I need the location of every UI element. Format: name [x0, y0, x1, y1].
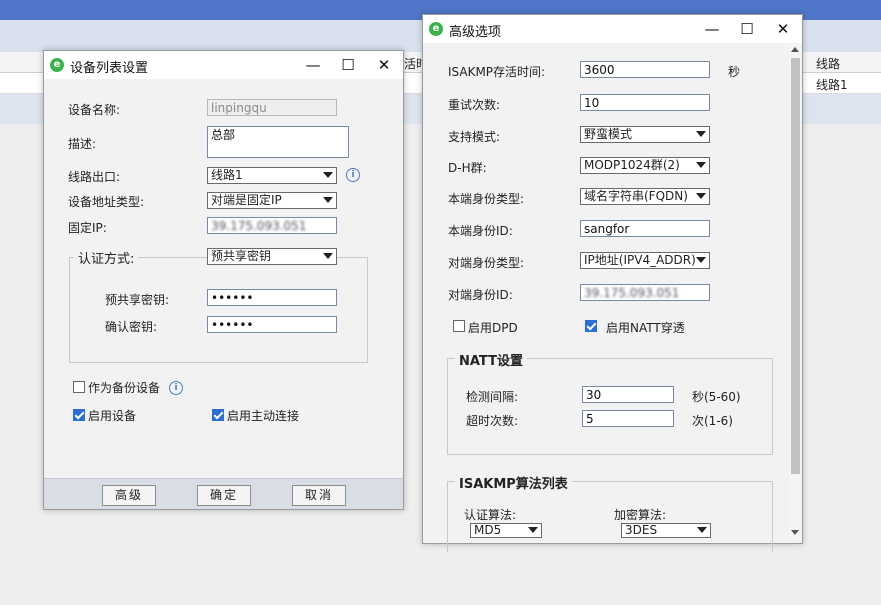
peer-id-type-label: 对端身份类型:: [448, 256, 525, 270]
timeout-count-label: 超时次数:: [466, 414, 519, 428]
dh-group-select[interactable]: MODP1024群(2): [580, 157, 710, 174]
maximize-icon[interactable]: ☐: [731, 17, 763, 41]
scroll-up-icon[interactable]: [791, 47, 799, 52]
address-type-select[interactable]: 对端是固定IP: [207, 192, 337, 209]
isakmp-lifetime-input[interactable]: 3600: [580, 61, 710, 78]
natt-checkbox[interactable]: [585, 320, 597, 332]
dpd-label: 启用DPD: [468, 321, 518, 335]
detect-interval-unit: 秒(5-60): [692, 390, 741, 404]
chevron-down-icon: [696, 162, 706, 168]
auth-algorithm-label: 认证算法:: [464, 508, 517, 522]
cell-line: 线路1: [816, 78, 848, 92]
chevron-down-icon: [323, 253, 333, 259]
info-icon[interactable]: i: [346, 168, 360, 182]
timeout-count-unit: 次(1-6): [692, 414, 733, 428]
close-icon[interactable]: ✕: [767, 17, 799, 41]
support-mode-select[interactable]: 野蛮模式: [580, 126, 710, 143]
line-exit-label: 线路出口:: [68, 170, 121, 184]
chevron-down-icon: [323, 197, 333, 203]
minimize-icon[interactable]: —: [297, 53, 329, 77]
chevron-down-icon: [696, 131, 706, 137]
maximize-icon[interactable]: ☐: [332, 53, 364, 77]
description-textarea[interactable]: 总部: [207, 126, 349, 158]
peer-id-input[interactable]: 39.175.093.051: [580, 284, 710, 301]
dialog-titlebar[interactable]: e 设备列表设置 — ☐ ✕: [44, 51, 403, 79]
isakmp-algorithm-title: ISAKMP算法列表: [455, 473, 572, 492]
cancel-button[interactable]: 取消: [292, 485, 346, 506]
advanced-options-dialog: e 高级选项 — ☐ ✕ ISAKMP存活时间: 3600 秒 重试次数: 10…: [422, 14, 803, 552]
detect-interval-label: 检测间隔:: [466, 390, 519, 404]
dialog-title: 高级选项: [449, 25, 502, 40]
natt-settings-title: NATT设置: [455, 350, 527, 369]
auth-algorithm-select[interactable]: MD5: [470, 523, 542, 538]
local-id-type-label: 本端身份类型:: [448, 192, 525, 206]
dialog-titlebar[interactable]: e 高级选项 — ☐ ✕: [423, 15, 802, 43]
address-type-label: 设备地址类型:: [68, 195, 145, 209]
enable-device-label: 启用设备: [88, 409, 137, 423]
active-connect-label: 启用主动连接: [227, 409, 300, 423]
chevron-down-icon: [696, 193, 706, 199]
detect-interval-input[interactable]: 30: [582, 386, 674, 403]
fixed-ip-input[interactable]: 39.175.093.051: [207, 217, 337, 234]
active-connect-checkbox[interactable]: [212, 409, 224, 421]
chevron-down-icon: [528, 527, 538, 533]
confirm-key-label: 确认密钥:: [105, 320, 158, 334]
enc-algorithm-label: 加密算法:: [614, 508, 667, 522]
natt-settings-group: [447, 358, 773, 455]
retry-count-input[interactable]: 10: [580, 94, 710, 111]
timeout-count-input[interactable]: 5: [582, 410, 674, 427]
backup-device-label: 作为备份设备: [88, 381, 161, 395]
local-id-type-select[interactable]: 域名字符串(FQDN): [580, 188, 710, 205]
advanced-button[interactable]: 高级: [102, 485, 156, 506]
close-icon[interactable]: ✕: [368, 53, 400, 77]
natt-label: 启用NATT穿透: [606, 321, 685, 335]
device-name-label: 设备名称:: [68, 103, 121, 117]
device-name-input[interactable]: linpingqu: [207, 99, 337, 116]
auth-group: [69, 257, 368, 363]
app-logo-icon: e: [429, 22, 443, 36]
info-icon[interactable]: i: [169, 381, 183, 395]
ok-button[interactable]: 确定: [197, 485, 251, 506]
fixed-ip-label: 固定IP:: [68, 221, 107, 235]
preshared-key-input[interactable]: ••••••: [207, 289, 337, 306]
dialog-footer: 高级 确定 取消: [44, 478, 403, 509]
retry-count-label: 重试次数:: [448, 98, 501, 112]
dialog-title: 设备列表设置: [70, 61, 149, 76]
chevron-down-icon: [697, 527, 707, 533]
confirm-key-input[interactable]: ••••••: [207, 316, 337, 333]
peer-id-type-select[interactable]: IP地址(IPV4_ADDR): [580, 252, 710, 269]
backup-device-checkbox[interactable]: [73, 381, 85, 393]
isakmp-lifetime-label: ISAKMP存活时间:: [448, 65, 546, 79]
scroll-down-icon[interactable]: [791, 530, 799, 535]
line-exit-select[interactable]: 线路1: [207, 167, 337, 184]
chevron-down-icon: [696, 257, 706, 263]
app-logo-icon: e: [50, 58, 64, 72]
device-settings-dialog: e 设备列表设置 — ☐ ✕ 设备名称: linpingqu 描述: 总部 线路…: [43, 50, 404, 510]
scrollbar-thumb[interactable]: [791, 58, 800, 474]
minimize-icon[interactable]: —: [696, 17, 728, 41]
preshared-key-label: 预共享密钥:: [105, 293, 170, 307]
header-line[interactable]: 线路: [816, 55, 840, 72]
dpd-checkbox[interactable]: [453, 320, 465, 332]
isakmp-lifetime-unit: 秒: [728, 65, 741, 79]
local-id-label: 本端身份ID:: [448, 224, 513, 238]
auth-method-select[interactable]: 预共享密钥: [207, 248, 337, 265]
auth-method-label: 认证方式:: [74, 248, 139, 267]
enable-device-checkbox[interactable]: [73, 409, 85, 421]
local-id-input[interactable]: sangfor: [580, 220, 710, 237]
enc-algorithm-select[interactable]: 3DES: [621, 523, 711, 538]
vertical-scrollbar[interactable]: [789, 43, 802, 539]
peer-id-label: 对端身份ID:: [448, 288, 513, 302]
dh-group-label: D-H群:: [448, 161, 487, 175]
support-mode-label: 支持模式:: [448, 130, 501, 144]
description-label: 描述:: [68, 137, 97, 151]
chevron-down-icon: [323, 172, 333, 178]
